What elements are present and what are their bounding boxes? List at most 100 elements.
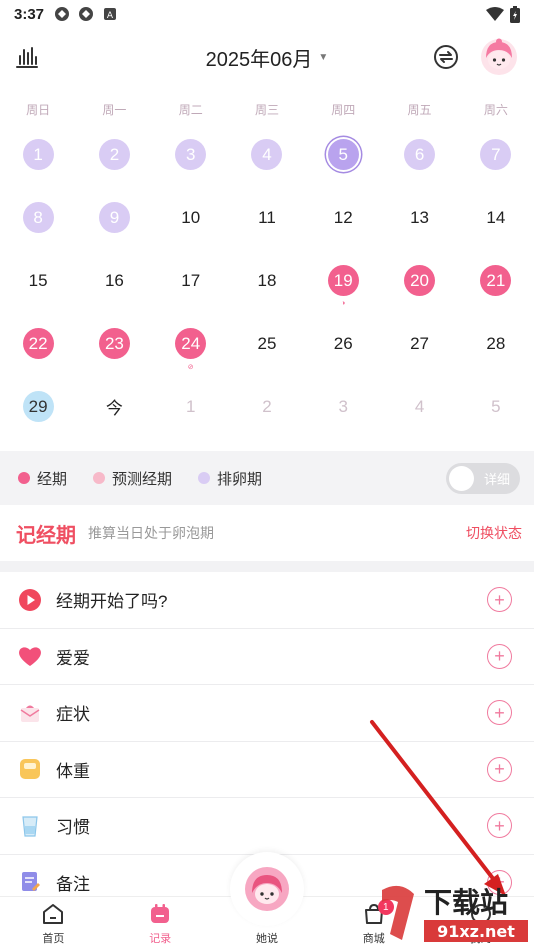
calendar-day[interactable]: 5 <box>305 132 381 195</box>
calendar-day[interactable]: 3 <box>305 384 381 447</box>
calendar-day[interactable]: 11 <box>229 195 305 258</box>
a-notification-icon: A <box>104 8 117 21</box>
app-notification-icon <box>79 7 94 21</box>
statistics-icon[interactable] <box>14 44 40 70</box>
calendar-day[interactable]: 2 <box>229 384 305 447</box>
day-number: 3 <box>338 396 348 416</box>
day-number: 11 <box>258 207 276 227</box>
calendar-day[interactable]: 21 <box>458 258 534 321</box>
add-icon[interactable]: + <box>487 700 512 726</box>
list-item-love[interactable]: 爱爱 + <box>0 629 534 685</box>
calendar-day[interactable]: 8 <box>0 195 76 258</box>
calendar-day[interactable]: 12 <box>305 195 381 258</box>
add-icon[interactable]: + <box>487 587 512 613</box>
calendar-day[interactable]: 26 <box>305 321 381 384</box>
mode-switch-icon[interactable] <box>432 43 460 71</box>
tab-mine[interactable]: 我的 <box>427 897 534 950</box>
day-number: 1 <box>185 396 196 416</box>
calendar-day[interactable]: 10 <box>153 195 229 258</box>
weekday-label: 周日 <box>26 102 51 117</box>
battery-icon <box>510 6 520 23</box>
calendar-day[interactable]: 25 <box>229 321 305 384</box>
day-number: 27 <box>410 333 429 353</box>
list-item-symptom[interactable]: 症状 + <box>0 685 534 742</box>
day-number: 6 <box>404 139 436 170</box>
girl-avatar-icon <box>245 867 289 911</box>
envelope-icon <box>18 701 42 725</box>
calendar-day[interactable]: 6 <box>381 132 457 195</box>
tab-shop[interactable]: 1 商城 <box>320 897 427 950</box>
calendar-week: 15 16 17 18 19 ◑ 20 21 <box>0 258 534 321</box>
calendar-day[interactable]: 3 <box>153 132 229 195</box>
list-item-label: 症状 <box>56 705 90 725</box>
day-number: 28 <box>486 333 506 353</box>
calendar-day[interactable]: 14 <box>458 195 534 258</box>
calendar-day[interactable]: 23 <box>76 321 152 384</box>
calendar-day[interactable]: 16 <box>76 258 152 321</box>
legend-ovulation: 排卵期 <box>198 468 262 489</box>
switch-status-button[interactable]: 切换状态 <box>466 523 522 543</box>
calendar-week: 8 9 10 11 12 13 14 <box>0 195 534 258</box>
tab-record[interactable]: 记录 <box>107 897 214 950</box>
day-number: 4 <box>251 139 283 170</box>
cup-icon <box>18 814 42 838</box>
legend-label: 排卵期 <box>217 470 263 488</box>
day-number: 今 <box>105 399 123 418</box>
calendar-day[interactable]: 15 <box>0 258 76 321</box>
month-selector[interactable]: 2025年06月 ▼ <box>206 43 329 72</box>
shop-badge: 1 <box>377 899 394 915</box>
add-icon[interactable]: + <box>487 813 512 839</box>
profile-icon <box>470 904 491 924</box>
calendar-day[interactable]: 4 <box>229 132 305 195</box>
list-item-label: 备注 <box>56 874 90 894</box>
calendar-week: 29 今 1 2 3 4 5 <box>0 384 534 447</box>
calendar-day[interactable]: 18 <box>229 258 305 321</box>
list-item-weight[interactable]: 体重 + <box>0 742 534 798</box>
calendar-week: 22 23 24 ⊘ 25 26 27 28 <box>0 321 534 384</box>
calendar-day[interactable]: 28 <box>458 321 534 384</box>
heart-icon <box>18 644 42 668</box>
calendar-day[interactable]: 5 <box>458 384 534 447</box>
day-number: 7 <box>480 139 512 170</box>
tab-label: 商城 <box>362 933 385 945</box>
avatar[interactable] <box>480 38 518 76</box>
note-icon <box>18 870 42 894</box>
calendar-day[interactable]: 7 <box>458 132 534 195</box>
list-item-label: 爱爱 <box>56 648 90 668</box>
calendar-day[interactable]: 4 <box>381 384 457 447</box>
weekday-label: 周二 <box>178 102 203 117</box>
chevron-down-icon: ▼ <box>318 51 329 63</box>
calendar-day[interactable]: 1 <box>153 384 229 447</box>
calendar-icon <box>151 904 170 923</box>
calendar-day[interactable]: 2 <box>76 132 152 195</box>
legend-bar: 经期 预测经期 排卵期 详细 <box>0 451 534 505</box>
calendar-day[interactable]: 24 ⊘ <box>153 321 229 384</box>
list-item-period-start[interactable]: 经期开始了吗? + <box>0 572 534 629</box>
calendar-day[interactable]: 1 <box>0 132 76 195</box>
list-item-habit[interactable]: 习惯 + <box>0 798 534 855</box>
predicted-dot <box>93 472 106 484</box>
detail-toggle[interactable]: 详细 <box>446 463 520 494</box>
calendar-day[interactable]: 13 <box>381 195 457 258</box>
day-number: 10 <box>181 207 201 227</box>
add-icon[interactable]: + <box>487 643 512 669</box>
calendar-day[interactable]: 22 <box>0 321 76 384</box>
talk-center-button[interactable] <box>230 852 304 926</box>
add-icon[interactable]: + <box>487 869 512 895</box>
calendar-day[interactable]: 今 <box>76 384 152 447</box>
day-number: 2 <box>262 396 272 416</box>
calendar-day[interactable]: 19 ◑ <box>305 258 381 321</box>
add-icon[interactable]: + <box>487 756 512 782</box>
calendar-day[interactable]: 27 <box>381 321 457 384</box>
weekday-header: 周日 周一 周二 周三 周四 周五 周六 <box>0 86 534 132</box>
record-subtitle: 推算当日处于卵泡期 <box>88 525 214 541</box>
day-number: 22 <box>22 328 54 359</box>
calendar-day[interactable]: 20 <box>381 258 457 321</box>
calendar-day[interactable]: 17 <box>153 258 229 321</box>
status-bar: 3:37 A <box>0 0 534 28</box>
tab-home[interactable]: 首页 <box>0 897 107 950</box>
day-number: 25 <box>257 333 277 353</box>
calendar-day[interactable]: 29 <box>0 384 76 447</box>
calendar-day[interactable]: 9 <box>76 195 152 258</box>
weekday-label: 周六 <box>483 102 508 117</box>
